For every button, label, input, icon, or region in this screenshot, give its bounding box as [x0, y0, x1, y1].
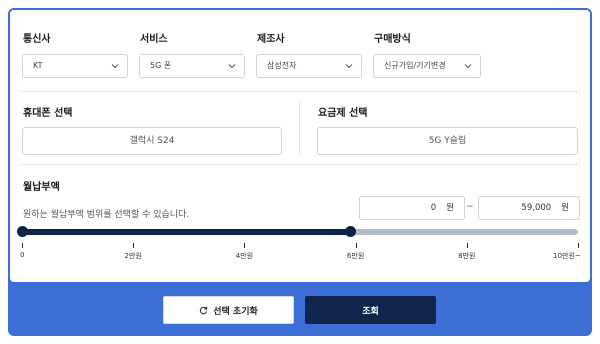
service-select[interactable]: 5G 폰	[139, 54, 245, 78]
purchase-select[interactable]: 신규가입/기기변경	[373, 54, 481, 78]
search-button[interactable]: 조회	[305, 296, 436, 324]
maker-label: 제조사	[257, 34, 285, 45]
service-value: 5G 폰	[150, 61, 172, 70]
service-label: 서비스	[140, 34, 168, 45]
phone-select-field[interactable]: 갤럭시 S24	[22, 127, 282, 155]
maker-value: 삼성전자	[267, 61, 297, 70]
range-separator: ~	[466, 202, 474, 212]
chevron-down-icon	[228, 64, 236, 69]
chevron-down-icon	[111, 64, 119, 69]
reset-button-label: 선택 초기화	[213, 306, 258, 317]
max-amount-value: 59,000	[521, 203, 552, 213]
slider-tick	[22, 243, 23, 248]
min-amount-input[interactable]: 0원	[359, 196, 465, 220]
slider-tick	[466, 243, 468, 248]
chevron-down-icon	[464, 64, 472, 69]
column-divider	[299, 101, 300, 155]
max-amount-input[interactable]: 59,000 원	[478, 196, 580, 220]
chevron-down-icon	[345, 64, 353, 69]
slider-tick-label: 8만원	[458, 252, 476, 260]
monthly-hint: 원하는 월납부액 범위를 선택할 수 있습니다.	[23, 210, 190, 220]
plan-label: 요금제 선택	[318, 108, 368, 119]
monthly-label: 월납부액	[23, 182, 60, 193]
carrier-select[interactable]: KT	[22, 54, 128, 78]
slider-tick-label: 0	[20, 251, 25, 259]
section-divider	[20, 164, 578, 165]
carrier-value: KT	[33, 61, 43, 70]
slider-min-handle[interactable]	[17, 226, 28, 237]
slider-tick-label: 10만원~	[553, 252, 581, 260]
maker-select[interactable]: 삼성전자	[256, 54, 362, 78]
slider-tick	[355, 243, 357, 248]
phone-label: 휴대폰 선택	[23, 108, 73, 119]
purchase-value: 신규가입/기기변경	[384, 61, 446, 70]
min-amount-unit: 원	[446, 203, 454, 213]
slider-max-handle[interactable]	[345, 226, 357, 237]
slider-selected-range	[22, 229, 351, 235]
carrier-label: 통신사	[23, 34, 51, 45]
slider-tick-label: 4만원	[235, 252, 254, 260]
section-divider	[20, 91, 578, 92]
slider-tick-label: 2만원	[124, 252, 142, 260]
slider-tick	[133, 243, 135, 248]
purchase-label: 구매방식	[374, 34, 411, 45]
slider-tick-label: 6만원	[346, 252, 365, 260]
slider-tick	[244, 243, 246, 248]
refresh-icon	[200, 306, 208, 314]
reset-button[interactable]: 선택 초기화	[163, 296, 294, 324]
max-amount-unit: 원	[561, 203, 569, 213]
slider-tick	[578, 243, 579, 248]
plan-select-field[interactable]: 5G Y슬림	[317, 127, 578, 155]
min-amount-value: 0	[430, 203, 437, 213]
